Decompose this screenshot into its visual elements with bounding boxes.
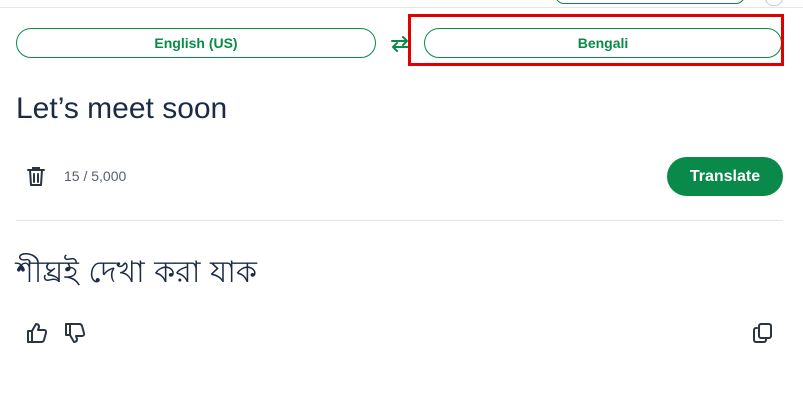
copy-icon (753, 323, 772, 343)
trash-icon (27, 167, 45, 186)
thumbs-down-icon (65, 323, 86, 343)
source-language-label: English (US) (154, 35, 238, 51)
clear-text-button[interactable] (24, 164, 48, 188)
character-count: 15 / 5,000 (64, 168, 127, 184)
thumbs-down-button[interactable] (62, 320, 88, 346)
target-language-highlight (408, 14, 784, 66)
thumbs-up-icon (27, 323, 48, 343)
top-partial-button[interactable] (555, 0, 745, 4)
translated-text-output: শীঘ্রই দেখা করা যাক (16, 255, 257, 290)
source-text-input[interactable]: Let’s meet soon (16, 92, 227, 126)
section-divider (16, 220, 783, 221)
top-partial-icon[interactable] (765, 0, 783, 6)
thumbs-up-button[interactable] (24, 320, 50, 346)
translate-button[interactable]: Translate (667, 157, 783, 196)
top-divider (0, 7, 803, 8)
source-language-selector[interactable]: English (US) (16, 28, 376, 58)
copy-translation-button[interactable] (750, 320, 776, 346)
translate-button-label: Translate (689, 167, 761, 185)
